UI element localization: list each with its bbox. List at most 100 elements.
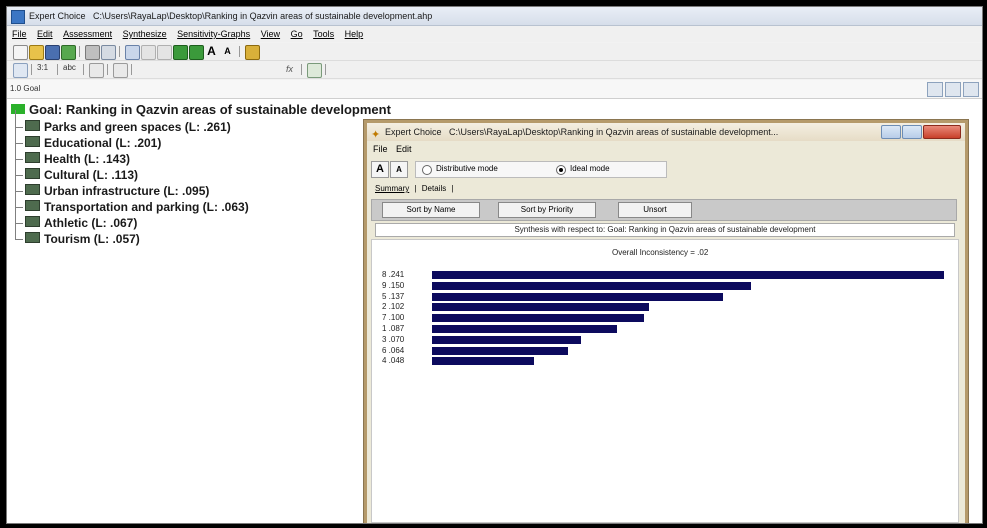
view-data-icon[interactable] — [945, 82, 961, 97]
menu-help[interactable]: Help — [345, 29, 364, 39]
menu-file[interactable]: File — [12, 29, 27, 39]
menu-tools[interactable]: Tools — [313, 29, 334, 39]
tools-icon[interactable] — [245, 45, 260, 60]
close-button[interactable] — [923, 125, 961, 139]
minimize-button[interactable] — [881, 125, 901, 139]
node-icon — [25, 232, 40, 243]
menu-view[interactable]: View — [261, 29, 280, 39]
goal-node[interactable]: Goal: Ranking in Qazvin areas of sustain… — [11, 102, 391, 117]
chart-bar-label: 2 .102 — [382, 302, 405, 312]
font-decrease-button[interactable]: A — [390, 161, 408, 178]
chart-bar-row: 7 .100 — [372, 313, 958, 323]
dialog-menu-file[interactable]: File — [373, 144, 388, 154]
synthesis-dialog: ✦ Expert Choice C:\Users\RayaLap\Desktop… — [364, 120, 968, 523]
chart-bar-row: 2 .102 — [372, 302, 958, 312]
sort-by-name-button[interactable]: Sort by Name — [382, 202, 480, 218]
ideal-mode-radio[interactable] — [556, 165, 566, 175]
dialog-menu-edit[interactable]: Edit — [396, 144, 412, 154]
chart-bar — [432, 281, 751, 290]
font-increase-button[interactable]: A — [371, 161, 389, 178]
node-icon — [25, 136, 40, 147]
save-icon[interactable] — [45, 45, 60, 60]
view-grid-icon[interactable] — [963, 82, 979, 97]
list-icon[interactable] — [89, 63, 104, 78]
node-label: Athletic (L: .067) — [44, 216, 138, 230]
menu-edit[interactable]: Edit — [37, 29, 53, 39]
node-label: Transportation and parking (L: .063) — [44, 200, 249, 214]
menu-assessment[interactable]: Assessment — [63, 29, 112, 39]
node-label: Parks and green spaces (L: .261) — [44, 120, 231, 134]
mode-radio-group: Distributive mode Ideal mode — [415, 161, 667, 178]
pairwise-button[interactable]: 3:1 — [37, 63, 48, 72]
main-toolbar: A A — [7, 43, 982, 61]
chart-bar-label: 7 .100 — [382, 313, 405, 323]
formula-icon[interactable]: fx — [283, 63, 296, 76]
font-decrease-icon[interactable]: A — [221, 45, 234, 58]
tree-node-tourism[interactable]: Tourism (L: .057) — [15, 222, 140, 246]
node-icon — [25, 184, 40, 195]
cut-icon[interactable] — [141, 45, 156, 60]
toolbar-separator — [31, 64, 32, 75]
chart-bar — [432, 303, 649, 312]
node-path-bar: 1.0 Goal — [7, 80, 982, 99]
tab-divider: | — [414, 184, 417, 193]
distributive-mode-radio[interactable] — [422, 165, 432, 175]
toolbar-separator — [325, 64, 326, 75]
priority-chart: Overall Inconsistency = .02 8 .241 9 .150… — [371, 239, 959, 523]
check-icon[interactable] — [61, 45, 76, 60]
open-folder-icon[interactable] — [29, 45, 44, 60]
menu-synthesize[interactable]: Synthesize — [123, 29, 167, 39]
tree-node-parks[interactable]: Parks and green spaces (L: .261) — [15, 110, 231, 134]
tree-node-health[interactable]: Health (L: .143) — [15, 142, 130, 166]
toolbar-separator — [131, 64, 132, 75]
chart-bar-label: 3 .070 — [382, 334, 405, 344]
title-bar: Expert Choice C:\Users\RayaLap\Desktop\R… — [7, 7, 982, 26]
node-label: Urban infrastructure (L: .095) — [44, 184, 210, 198]
chart-bar — [432, 325, 617, 333]
copy-icon[interactable] — [157, 45, 172, 60]
synthesis-header: Synthesis with respect to: Goal: Ranking… — [375, 223, 955, 237]
chart-bar — [432, 346, 568, 355]
menu-bar: File Edit Assessment Synthesize Sensitiv… — [7, 26, 982, 42]
font-increase-icon[interactable]: A — [205, 45, 218, 58]
tab-details[interactable]: Details — [422, 184, 446, 193]
sort-button-bar: Sort by Name Sort by Priority Unsort — [371, 199, 957, 221]
sort-by-priority-button[interactable]: Sort by Priority — [498, 202, 596, 218]
dialog-tabs: Summary | Details | — [375, 182, 457, 196]
chart-bar-row: 5 .137 — [372, 292, 958, 301]
tree-node-cultural[interactable]: Cultural (L: .113) — [15, 158, 138, 182]
print-icon[interactable] — [85, 45, 100, 60]
grid-icon[interactable] — [307, 63, 322, 78]
arrow-right-icon[interactable] — [189, 45, 204, 60]
node-icon — [25, 152, 40, 163]
chart-bar-row: 3 .070 — [372, 334, 958, 344]
chart-bar-row: 1 .087 — [372, 324, 958, 333]
chart-bar-row: 8 .241 — [372, 270, 958, 279]
model-view-icon[interactable] — [13, 63, 28, 78]
arrow-left-icon[interactable] — [173, 45, 188, 60]
new-file-icon[interactable] — [13, 45, 28, 60]
dialog-menu-bar: File Edit — [367, 142, 965, 156]
toolbar-separator — [79, 46, 80, 57]
chart-bar — [432, 271, 944, 279]
tree-node-transportation[interactable]: Transportation and parking (L: .063) — [15, 190, 249, 214]
distributive-mode-label: Distributive mode — [436, 164, 498, 173]
toolbar-separator — [107, 64, 108, 75]
abc-button[interactable]: abc — [63, 63, 76, 72]
maximize-button[interactable] — [902, 125, 922, 139]
insert-node-icon[interactable] — [125, 45, 140, 60]
menu-sensitivity-graphs[interactable]: Sensitivity-Graphs — [177, 29, 250, 39]
tree-node-athletic[interactable]: Athletic (L: .067) — [15, 206, 138, 230]
chart-bar-label: 4 .048 — [382, 356, 405, 366]
view-tree-icon[interactable] — [927, 82, 943, 97]
chart-bar — [432, 292, 723, 301]
tree-node-educational[interactable]: Educational (L: .201) — [15, 126, 161, 150]
tab-summary[interactable]: Summary — [375, 184, 409, 193]
toolbar-separator — [239, 46, 240, 57]
window-title: Expert Choice C:\Users\RayaLap\Desktop\R… — [29, 11, 433, 21]
tree-node-urban-infrastructure[interactable]: Urban infrastructure (L: .095) — [15, 174, 210, 198]
print-preview-icon[interactable] — [101, 45, 116, 60]
menu-go[interactable]: Go — [291, 29, 303, 39]
unsort-button[interactable]: Unsort — [618, 202, 692, 218]
align-icon[interactable] — [113, 63, 128, 78]
